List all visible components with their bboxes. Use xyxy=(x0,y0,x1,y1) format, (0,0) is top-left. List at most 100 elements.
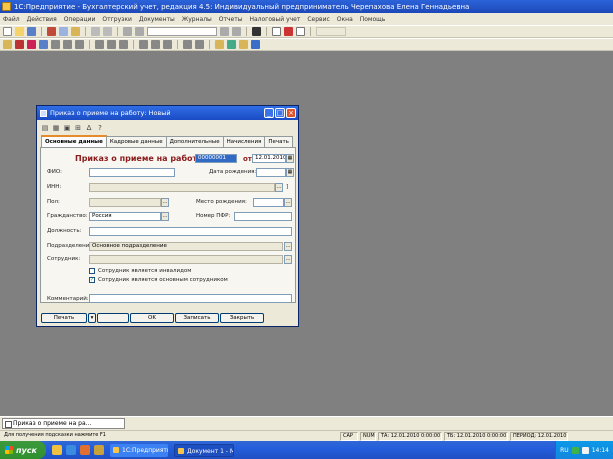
birthplace-field[interactable] xyxy=(253,198,284,207)
find-combo[interactable] xyxy=(316,27,346,36)
tab-personnel[interactable]: Кадровые данные xyxy=(105,136,167,147)
blank-button[interactable] xyxy=(97,313,129,323)
close-dialog-button[interactable]: Закрыть xyxy=(220,313,264,323)
browser-icon[interactable] xyxy=(66,445,76,455)
dialog-titlebar[interactable]: Приказ о приеме на работу: Новый _ □ × xyxy=(37,106,298,120)
tab-accruals[interactable]: Начисления xyxy=(222,136,266,147)
ok-button[interactable]: OK xyxy=(130,313,174,323)
order-number-field[interactable]: 00000001 xyxy=(195,154,237,163)
preview-icon[interactable] xyxy=(103,27,112,36)
print-dropdown-button[interactable]: ▾ xyxy=(88,313,96,323)
book-icon[interactable] xyxy=(27,40,36,49)
citizenship-field[interactable]: Россия xyxy=(89,212,161,221)
disabled-checkbox[interactable] xyxy=(89,268,95,274)
menu-operations[interactable]: Операции xyxy=(64,16,96,23)
folder-icon[interactable] xyxy=(52,445,62,455)
globe-icon[interactable] xyxy=(227,40,236,49)
folder-icon[interactable] xyxy=(3,40,12,49)
invoice-icon[interactable] xyxy=(119,40,128,49)
comment-field[interactable] xyxy=(89,294,292,303)
inn-select-button[interactable]: ... xyxy=(275,183,283,192)
media-icon[interactable] xyxy=(80,445,90,455)
copy-document-icon[interactable]: ▣ xyxy=(63,124,71,132)
employee-field[interactable] xyxy=(89,255,283,264)
notepad-icon[interactable] xyxy=(296,27,305,36)
menu-tax[interactable]: Налоговый учет xyxy=(249,16,300,23)
department-select-button[interactable]: ... xyxy=(284,242,292,251)
journal-icon[interactable] xyxy=(75,40,84,49)
order-date-field[interactable]: 12.01.2010 xyxy=(252,154,286,163)
close-button[interactable]: × xyxy=(286,108,296,118)
movements-icon[interactable]: Δ xyxy=(85,124,93,132)
calculator-icon[interactable] xyxy=(272,27,281,36)
menu-service[interactable]: Сервис xyxy=(307,16,329,23)
menu-windows[interactable]: Окна xyxy=(337,16,353,23)
department-field[interactable]: Основное подразделение xyxy=(89,242,283,251)
tray-volume-icon[interactable] xyxy=(581,446,589,454)
position-field[interactable] xyxy=(89,227,292,236)
app-icon[interactable] xyxy=(94,445,104,455)
find-icon[interactable] xyxy=(220,27,229,36)
save-icon[interactable] xyxy=(27,27,36,36)
calendar-button[interactable]: ▦ xyxy=(286,154,294,163)
post-icon[interactable]: ⊞ xyxy=(74,124,82,132)
warehouse-icon[interactable] xyxy=(163,40,172,49)
bank-icon[interactable] xyxy=(95,40,104,49)
undo-icon[interactable] xyxy=(123,27,132,36)
open-icon[interactable] xyxy=(15,27,24,36)
calendar-icon[interactable] xyxy=(284,27,293,36)
goods-icon[interactable] xyxy=(139,40,148,49)
menu-journals[interactable]: Журналы xyxy=(182,16,212,23)
start-button[interactable]: пуск xyxy=(0,441,46,459)
tab-main[interactable]: Основные данные xyxy=(41,135,107,147)
document-icon[interactable] xyxy=(63,40,72,49)
paste-icon[interactable] xyxy=(71,27,80,36)
menu-help[interactable]: Помощь xyxy=(360,16,386,23)
settings-icon[interactable] xyxy=(239,40,248,49)
inn-open-icon[interactable]: ] xyxy=(286,184,288,190)
chart-icon[interactable] xyxy=(15,40,24,49)
find-next-icon[interactable] xyxy=(232,27,241,36)
redo-icon[interactable] xyxy=(135,27,144,36)
menu-actions[interactable]: Действия xyxy=(27,16,57,23)
structure-icon[interactable]: ▦ xyxy=(52,124,60,132)
tray-app-icon[interactable] xyxy=(571,446,579,454)
employee-select-button[interactable]: ... xyxy=(284,255,292,264)
help-pointer-icon[interactable] xyxy=(252,27,261,36)
new-icon[interactable] xyxy=(3,27,12,36)
services-icon[interactable] xyxy=(151,40,160,49)
tab-print[interactable]: Печать xyxy=(264,136,293,147)
menu-documents[interactable]: Документы xyxy=(139,16,175,23)
info-icon[interactable] xyxy=(251,40,260,49)
main-employee-checkbox[interactable]: ✓ xyxy=(89,277,95,283)
print-icon[interactable] xyxy=(91,27,100,36)
dock-tab-hire-order[interactable]: Приказ о приеме на ра... xyxy=(2,418,125,429)
app-titlebar[interactable]: 1С:Предприятие - Бухгалтерский учет, ред… xyxy=(0,0,613,13)
cash-icon[interactable] xyxy=(107,40,116,49)
salary-icon[interactable] xyxy=(195,40,204,49)
search-combo[interactable] xyxy=(147,27,217,36)
list-icon[interactable] xyxy=(39,40,48,49)
dob-calendar-button[interactable]: ▦ xyxy=(286,168,294,177)
menu-shipments[interactable]: Отгрузки xyxy=(102,16,131,23)
print-button[interactable]: Печать xyxy=(41,313,87,323)
inn-field[interactable] xyxy=(89,183,275,192)
write-button[interactable]: Записать xyxy=(175,313,219,323)
sex-field[interactable] xyxy=(89,198,161,207)
maximize-button[interactable]: □ xyxy=(275,108,285,118)
pfr-field[interactable] xyxy=(234,212,292,221)
language-indicator[interactable]: RU xyxy=(560,447,569,454)
minimize-button[interactable]: _ xyxy=(264,108,274,118)
dob-field[interactable] xyxy=(256,168,286,177)
taskbar-item-1c[interactable]: 1С:Предприятие xyxy=(110,443,168,457)
birthplace-select-button[interactable]: ... xyxy=(284,198,292,207)
citizenship-select-button[interactable]: ... xyxy=(161,212,169,221)
copy-icon[interactable] xyxy=(59,27,68,36)
employees-icon[interactable] xyxy=(183,40,192,49)
sex-select-button[interactable]: ... xyxy=(161,198,169,207)
edit-icon[interactable]: ▤ xyxy=(41,124,49,132)
report-icon[interactable] xyxy=(51,40,60,49)
menu-file[interactable]: Файл xyxy=(3,16,20,23)
tab-additional[interactable]: Дополнительные xyxy=(165,136,224,147)
fio-field[interactable] xyxy=(89,168,175,177)
